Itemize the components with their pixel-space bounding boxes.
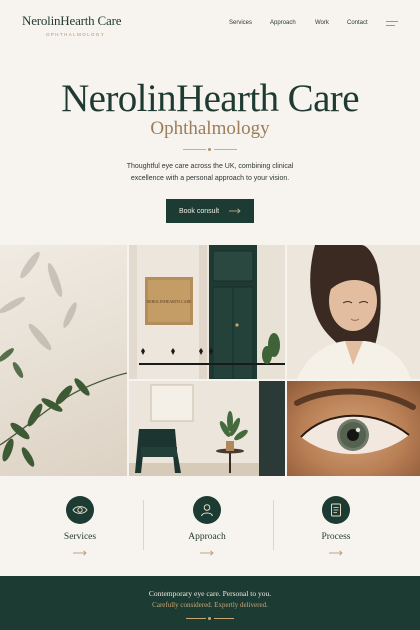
site-header: NerolinHearth Care OPHTHALMOLOGY Service…	[0, 0, 420, 44]
ornament-dot	[208, 617, 211, 620]
ornament-line	[214, 618, 234, 619]
plaque-text: NEROLINHEARTH CARE	[146, 299, 192, 304]
portrait-illustration	[287, 245, 420, 379]
brand-name: NerolinHearth Care	[22, 13, 122, 28]
site-footer: Contemporary eye care. Personal to you. …	[0, 576, 420, 630]
nav-work[interactable]: Work	[315, 20, 347, 26]
hero-ornament	[183, 148, 237, 151]
ornament-line	[183, 149, 206, 150]
plant-shadow-photo	[0, 245, 127, 476]
main-nav: Services Approach Work Contact	[229, 20, 377, 26]
ophthalmologist-portrait-photo	[287, 245, 420, 379]
nav-contact[interactable]: Contact	[347, 20, 377, 26]
person-icon	[193, 496, 221, 524]
feature-divider	[273, 500, 274, 550]
eye-icon	[66, 496, 94, 524]
footer-ornament	[186, 617, 234, 620]
eye-closeup-photo	[287, 381, 420, 476]
feature-services[interactable]: Services	[25, 496, 135, 561]
nav-services[interactable]: Services	[229, 20, 270, 26]
ornament-line	[214, 149, 237, 150]
consultation-room-photo	[129, 381, 285, 476]
feature-process[interactable]: Process	[281, 496, 391, 561]
arrow-right-icon	[329, 550, 343, 556]
arrow-right-icon	[200, 550, 214, 556]
ornament-dot	[208, 148, 211, 151]
ornament-line	[186, 618, 206, 619]
feature-label: Services	[63, 532, 97, 542]
footer-tagline: Contemporary eye care. Personal to you.	[148, 589, 272, 598]
feature-divider	[143, 500, 144, 550]
book-consult-button[interactable]: Book consult	[166, 199, 254, 223]
eye-closeup-illustration	[294, 388, 416, 455]
olive-branch-illustration	[0, 251, 127, 467]
footer-subtagline: Carefully considered. Expertly delivered…	[152, 601, 268, 609]
book-consult-label: Book consult	[178, 207, 220, 215]
arrow-right-icon	[73, 550, 87, 556]
hero-subtitle: Ophthalmology	[150, 118, 270, 139]
feature-approach[interactable]: Approach	[152, 496, 262, 561]
feature-label: Approach	[188, 532, 226, 542]
brand-logo[interactable]: NerolinHearth Care OPHTHALMOLOGY	[22, 13, 121, 37]
menu-icon-line	[386, 25, 395, 26]
feature-label: Process	[321, 532, 351, 542]
menu-icon[interactable]	[386, 20, 398, 28]
brand-subtitle: OPHTHALMOLOGY	[46, 32, 106, 37]
clinic-entrance-illustration: NEROLINHEARTH CARE	[129, 245, 285, 379]
menu-icon-line	[386, 21, 398, 22]
consultation-room-illustration	[129, 381, 285, 476]
hero-description: Thoughtful eye care across the UK, combi…	[126, 163, 294, 182]
arrow-right-icon	[229, 208, 241, 214]
document-icon	[322, 496, 350, 524]
nav-approach[interactable]: Approach	[270, 20, 315, 26]
hero-title: NerolinHearth Care	[61, 77, 359, 120]
clinic-entrance-photo: NEROLINHEARTH CARE	[129, 245, 285, 379]
